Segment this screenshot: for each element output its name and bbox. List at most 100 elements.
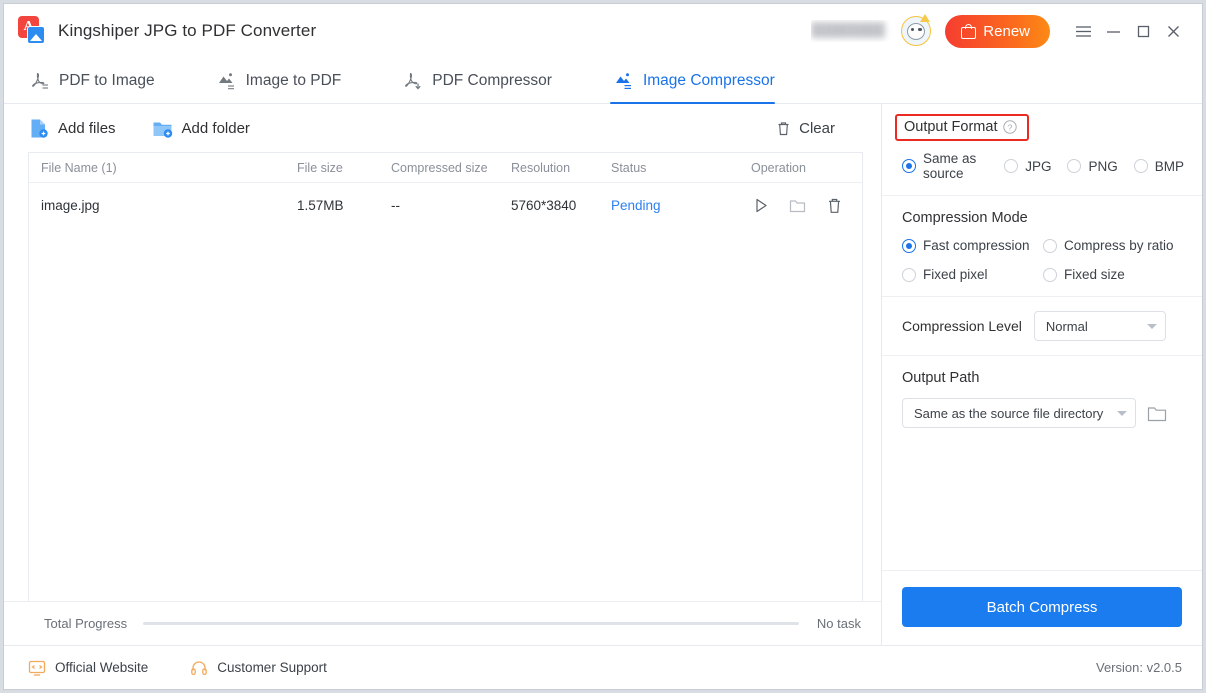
- radio-dot: [1004, 159, 1019, 173]
- minimize-icon[interactable]: [1098, 16, 1128, 46]
- radio-label: Fast compression: [923, 238, 1030, 253]
- radio-label: Fixed size: [1064, 267, 1125, 282]
- image-to-pdf-icon: [217, 71, 237, 91]
- tab-label: Image Compressor: [642, 71, 775, 89]
- column-header-status: Status: [611, 160, 647, 175]
- chevron-down-icon: [1146, 323, 1157, 329]
- compression-mode-section: Compression Mode Fast compression Compre…: [882, 196, 1202, 297]
- output-path-title: Output Path: [902, 370, 980, 386]
- output-format-title: Output Format: [904, 119, 998, 135]
- progress-status: No task: [816, 616, 861, 631]
- add-folder-label: Add folder: [181, 119, 250, 137]
- radio-fast-compression[interactable]: Fast compression: [902, 238, 1043, 253]
- output-path-value: Same as the source file directory: [914, 405, 1104, 421]
- clear-button[interactable]: Clear: [775, 120, 835, 137]
- delete-icon[interactable]: [825, 196, 844, 215]
- compression-level-section: Compression Level Normal: [882, 297, 1202, 356]
- file-list-panel: Add files Add folder Clear File Name (1)…: [4, 104, 882, 645]
- cell-filename: image.jpg: [41, 197, 100, 213]
- radio-same-as-source[interactable]: Same as source: [902, 151, 984, 181]
- add-file-icon: [28, 118, 49, 139]
- footer-bar: Official Website Customer Support Versio…: [4, 645, 1202, 689]
- compression-level-select[interactable]: Normal: [1033, 311, 1166, 341]
- tab-pdf-to-image[interactable]: PDF to Image: [26, 58, 177, 103]
- tab-label: PDF to Image: [59, 71, 155, 89]
- main-tab-bar: PDF to Image Image to PDF PDF Compressor…: [4, 58, 1202, 104]
- radio-dot: [1043, 238, 1057, 253]
- column-header-filesize: File size: [297, 160, 343, 175]
- cell-resolution: 5760*3840: [511, 197, 577, 213]
- output-format-options: Same as source JPG PNG BMP: [902, 151, 1184, 181]
- add-files-label: Add files: [58, 119, 116, 137]
- title-bar-right: ████████ Renew: [811, 14, 1188, 48]
- output-path-section: Output Path Same as the source file dire…: [882, 356, 1202, 442]
- radio-label: Compress by ratio: [1064, 238, 1174, 253]
- renew-label: Renew: [983, 22, 1030, 40]
- total-progress-bar: Total Progress No task: [4, 601, 881, 645]
- crown-icon: [920, 14, 931, 22]
- compression-level-value: Normal: [1045, 318, 1088, 334]
- settings-panel: Output Format ? Same as source JPG PNG B…: [882, 104, 1202, 645]
- tab-image-to-pdf[interactable]: Image to PDF: [213, 58, 364, 103]
- renew-button[interactable]: Renew: [945, 14, 1050, 48]
- customer-support-label: Customer Support: [217, 660, 327, 675]
- customer-support-link[interactable]: Customer Support: [190, 659, 327, 677]
- app-title: Kingshiper JPG to PDF Converter: [58, 21, 317, 40]
- radio-label: PNG: [1088, 158, 1118, 174]
- official-website-link[interactable]: Official Website: [28, 659, 148, 677]
- trash-icon: [775, 120, 792, 137]
- tab-label: Image to PDF: [245, 71, 342, 89]
- hamburger-menu-icon[interactable]: [1068, 16, 1098, 46]
- open-folder-icon[interactable]: [788, 196, 807, 215]
- pdf-compressor-icon: [403, 71, 423, 91]
- radio-png[interactable]: PNG: [1067, 158, 1118, 174]
- image-compressor-icon: [614, 71, 634, 91]
- add-files-button[interactable]: Add files: [28, 118, 116, 139]
- column-header-operation: Operation: [751, 160, 806, 175]
- tab-label: PDF Compressor: [432, 71, 552, 89]
- monitor-icon: [28, 659, 46, 677]
- radio-dot: [1067, 159, 1082, 173]
- radio-dot: [1133, 159, 1148, 173]
- radio-bmp[interactable]: BMP: [1133, 159, 1184, 174]
- radio-dot: [902, 159, 916, 173]
- radio-fixed-size[interactable]: Fixed size: [1043, 267, 1184, 282]
- radio-dot: [1043, 267, 1057, 282]
- tab-pdf-compressor[interactable]: PDF Compressor: [399, 58, 574, 103]
- radio-label: JPG: [1025, 158, 1052, 174]
- column-header-compressedsize: Compressed size: [391, 160, 488, 175]
- radio-compress-by-ratio[interactable]: Compress by ratio: [1043, 238, 1184, 253]
- add-folder-icon: [152, 118, 173, 139]
- radio-label: Same as source: [923, 151, 977, 181]
- radio-dot: [902, 267, 916, 282]
- table-row[interactable]: image.jpg 1.57MB -- 5760*3840 Pending: [29, 183, 862, 227]
- column-header-resolution: Resolution: [511, 160, 571, 175]
- panel-spacer: [882, 442, 1202, 570]
- headset-icon: [190, 659, 208, 677]
- maximize-icon[interactable]: [1128, 16, 1158, 46]
- folder-browse-icon[interactable]: [1146, 404, 1168, 423]
- batch-compress-button[interactable]: Batch Compress: [902, 587, 1182, 627]
- tab-image-compressor[interactable]: Image Compressor: [609, 58, 797, 104]
- compression-mode-options: Fast compression Compress by ratio Fixed…: [902, 238, 1184, 282]
- output-format-title-highlighted: Output Format ?: [895, 114, 1030, 141]
- shopping-bag-icon: [961, 23, 977, 39]
- radio-fixed-pixel[interactable]: Fixed pixel: [902, 267, 1043, 282]
- file-toolbar: Add files Add folder Clear: [4, 104, 881, 152]
- play-icon[interactable]: [751, 196, 770, 215]
- application-window: Kingshiper JPG to PDF Converter ████████…: [3, 3, 1203, 690]
- help-circle-icon[interactable]: ?: [1003, 120, 1018, 134]
- progress-label: Total Progress: [44, 616, 128, 631]
- close-icon[interactable]: [1158, 16, 1188, 46]
- app-logo-icon: [16, 16, 46, 46]
- compression-mode-title: Compression Mode: [902, 210, 1028, 226]
- version-label: Version: v2.0.5: [1096, 660, 1182, 675]
- avatar[interactable]: [901, 14, 932, 46]
- add-folder-button[interactable]: Add folder: [152, 118, 250, 139]
- output-path-select[interactable]: Same as the source file directory: [902, 398, 1136, 428]
- clear-label: Clear: [799, 119, 835, 137]
- radio-jpg[interactable]: JPG: [1004, 159, 1051, 174]
- compression-level-label: Compression Level: [902, 318, 1022, 334]
- output-format-section: Output Format ? Same as source JPG PNG B…: [882, 104, 1202, 196]
- main-body: Add files Add folder Clear File Name (1)…: [4, 104, 1202, 645]
